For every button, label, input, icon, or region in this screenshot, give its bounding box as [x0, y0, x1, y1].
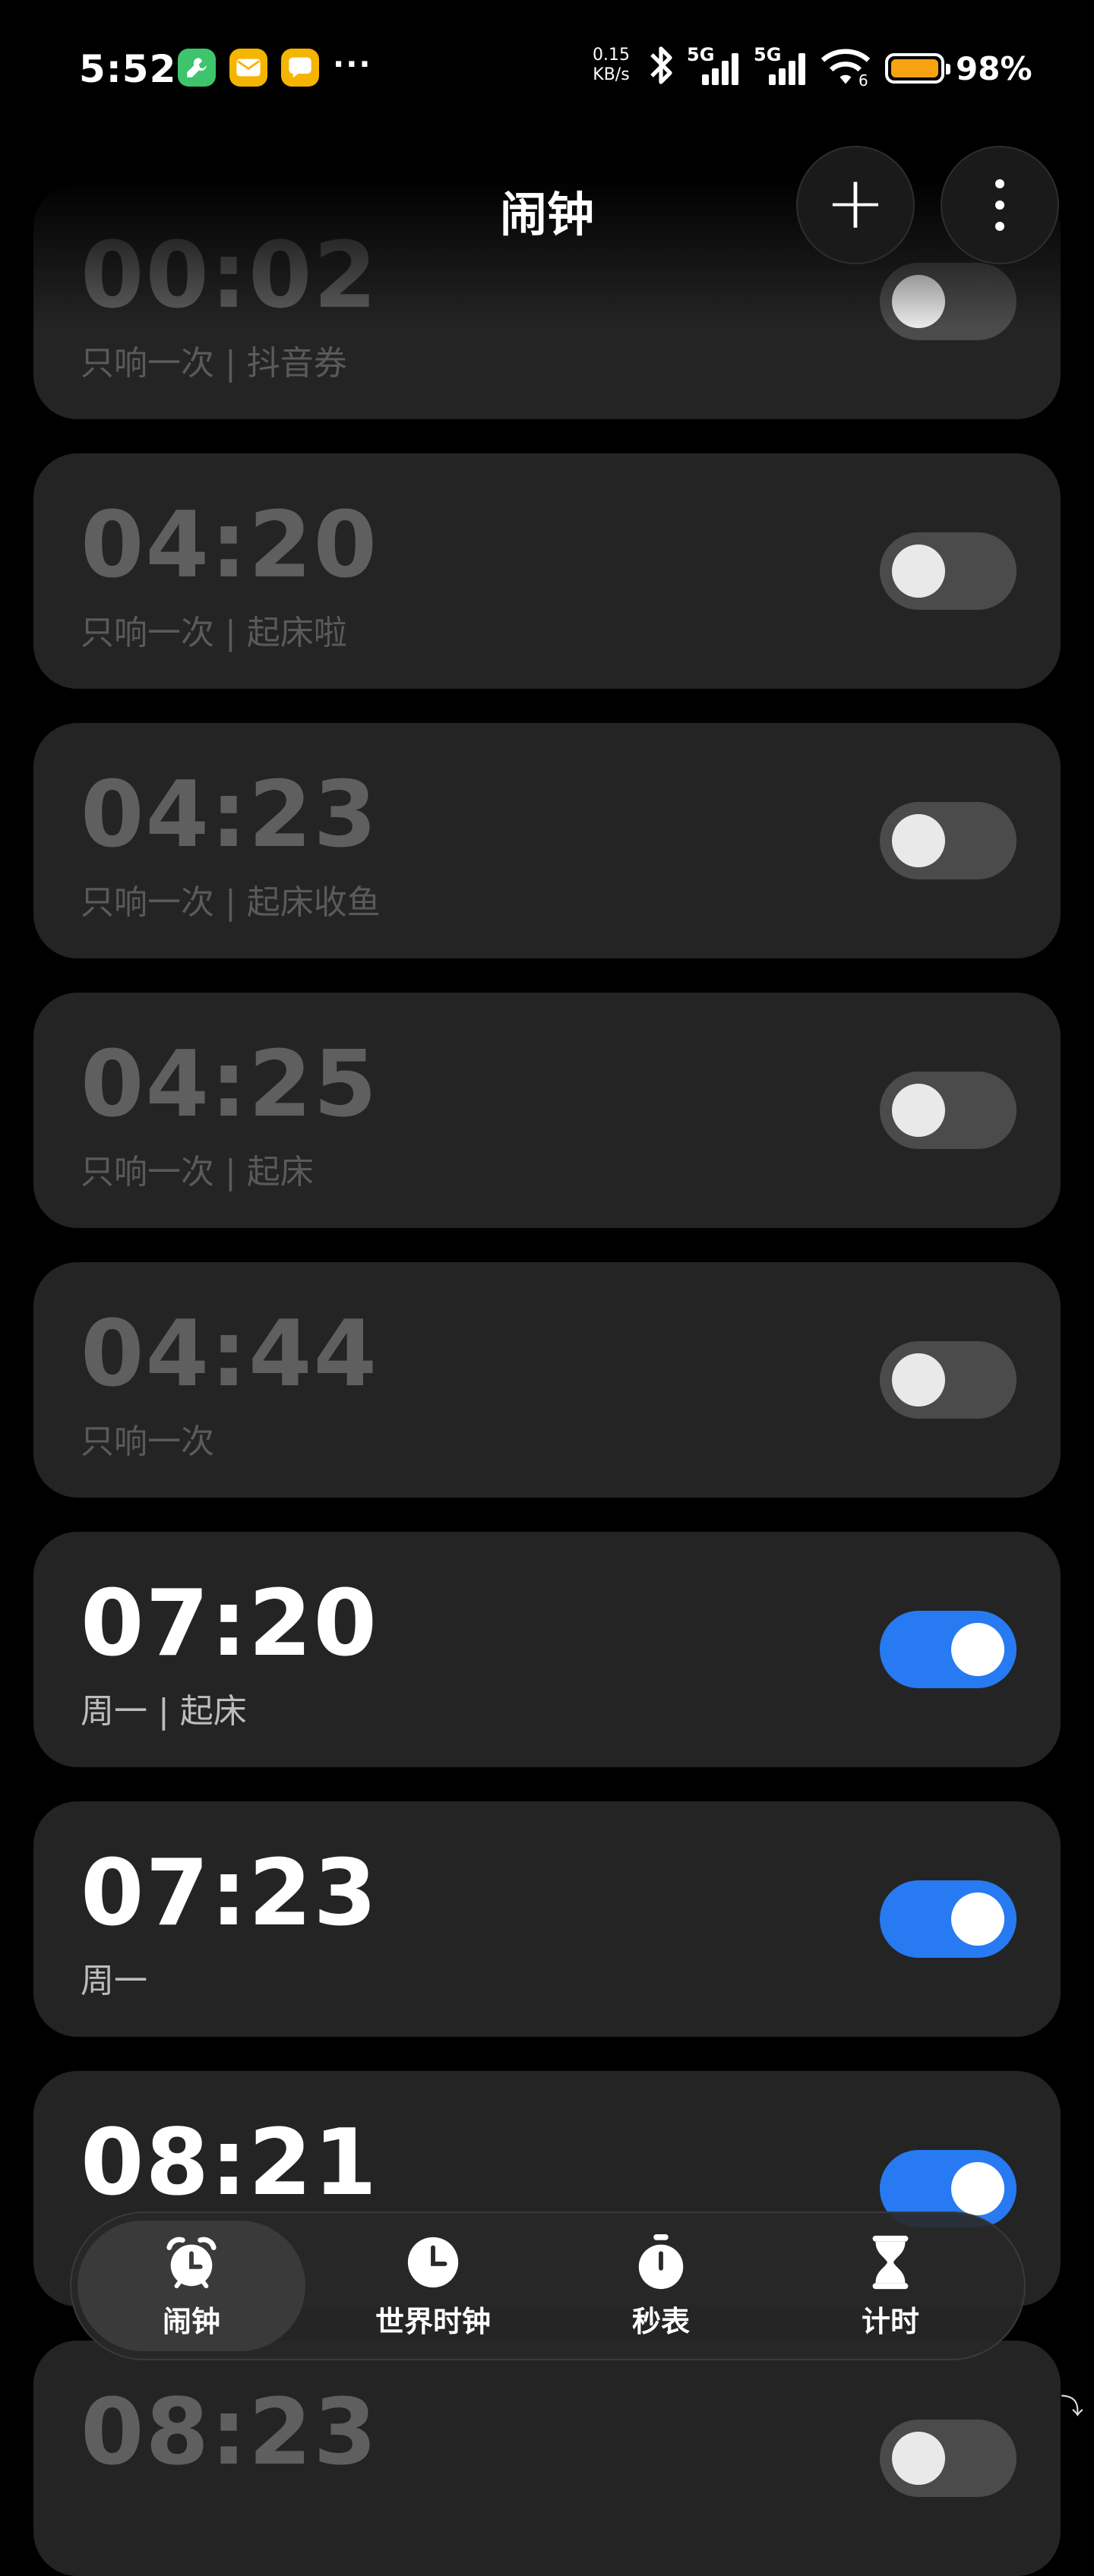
net-speed-unit: KB/s: [593, 65, 630, 84]
alarm-time: 04:25: [81, 1032, 378, 1138]
hourglass-icon: [872, 2235, 909, 2289]
alarm-description: 只响一次 | 起床收鱼: [81, 883, 381, 922]
stopwatch-icon: [638, 2233, 684, 2289]
more-options-button[interactable]: [941, 146, 1059, 264]
network-speed: 0.15 KB/s: [593, 46, 630, 85]
alarm-time: 07:20: [81, 1571, 378, 1677]
alarm-clock-icon: [166, 2237, 217, 2288]
more-notifications-icon: ···: [333, 47, 372, 82]
alarm-time: 08:21: [81, 2110, 378, 2216]
alarm-toggle[interactable]: [880, 1341, 1017, 1419]
battery-percent: 98%: [956, 50, 1032, 87]
cell-signal-1-icon: 5G: [687, 44, 740, 90]
alarm-description: 只响一次 | 起床: [81, 1153, 314, 1192]
sim2-label: 5G: [754, 44, 782, 65]
cell-signal-2-icon: 5G: [754, 44, 807, 90]
mail-app-icon: [229, 49, 267, 87]
toggle-knob: [892, 275, 945, 328]
alarm-description: 周一 | 起床: [81, 1692, 247, 1731]
alarm-toggle[interactable]: [880, 1880, 1017, 1958]
alarm-description: 只响一次 | 抖音券: [81, 344, 347, 383]
clock-icon: [407, 2237, 459, 2287]
gesture-hint-icon: ⤵: [1061, 2394, 1083, 2420]
add-alarm-button[interactable]: +: [796, 146, 915, 264]
alarm-description: 周一: [81, 1962, 147, 2000]
alarm-time: 04:44: [81, 1302, 378, 1407]
bluetooth-icon: [646, 44, 676, 96]
alarm-toggle[interactable]: [880, 532, 1017, 610]
wifi-icon: 6: [819, 46, 872, 97]
alarm-toggle[interactable]: [880, 1611, 1017, 1688]
status-time: 5:52: [79, 47, 177, 91]
tab-world-clock[interactable]: 世界时钟: [319, 2213, 547, 2359]
alarm-card[interactable]: 04:25 只响一次 | 起床: [33, 993, 1061, 1228]
more-vertical-icon: [995, 179, 1004, 231]
bottom-tab-bar: 闹钟 世界时钟 秒表 计时: [70, 2211, 1026, 2360]
alarm-card[interactable]: 04:44 只响一次: [33, 1262, 1061, 1498]
alarm-time: 04:23: [81, 762, 378, 868]
alarm-toggle[interactable]: [880, 2420, 1017, 2497]
tab-world-clock-label: 世界时钟: [375, 2304, 491, 2338]
alarm-description: 只响一次: [81, 1422, 214, 1461]
tab-stopwatch-label: 秒表: [631, 2304, 690, 2338]
alarm-card[interactable]: 07:20 周一 | 起床: [33, 1532, 1061, 1767]
wifi-sub-label: 6: [858, 71, 868, 90]
alarm-description: 只响一次 | 起床啦: [81, 614, 347, 652]
alarm-time: 07:23: [81, 1841, 378, 1946]
alarm-card[interactable]: 07:23 周一: [33, 1801, 1061, 2037]
alarm-time: 04:20: [81, 493, 378, 598]
status-bar: 5:52 ··· 0.15 KB/s 5G 5G 6 98%: [0, 0, 1094, 137]
battery-icon: [885, 53, 950, 84]
toggle-knob: [892, 1353, 945, 1406]
message-app-icon: [281, 49, 319, 87]
toggle-knob: [892, 814, 945, 867]
tab-stopwatch[interactable]: 秒表: [547, 2213, 775, 2359]
toggle-knob: [951, 1893, 1004, 1946]
alarm-toggle[interactable]: [880, 1072, 1017, 1149]
alarm-toggle[interactable]: [880, 802, 1017, 879]
plus-icon: +: [824, 160, 887, 245]
wrench-app-icon: [178, 49, 216, 87]
toggle-knob: [951, 1623, 1004, 1676]
sim1-label: 5G: [687, 44, 715, 65]
alarm-card[interactable]: 04:23 只响一次 | 起床收鱼: [33, 723, 1061, 958]
toggle-knob: [951, 2162, 1004, 2215]
alarm-toggle[interactable]: [880, 263, 1017, 340]
tab-alarm-label: 闹钟: [162, 2304, 220, 2338]
alarm-card[interactable]: 08:23: [33, 2341, 1061, 2576]
net-speed-value: 0.15: [593, 46, 630, 65]
tab-timer-label: 计时: [861, 2304, 919, 2338]
toggle-knob: [892, 1084, 945, 1137]
page-title: 闹钟: [499, 187, 594, 242]
tab-timer[interactable]: 计时: [776, 2213, 1004, 2359]
tab-alarm[interactable]: 闹钟: [77, 2221, 305, 2351]
toggle-knob: [892, 2432, 945, 2485]
alarm-time: 08:23: [81, 2380, 378, 2486]
alarm-card[interactable]: 04:20 只响一次 | 起床啦: [33, 453, 1061, 689]
toggle-knob: [892, 545, 945, 598]
